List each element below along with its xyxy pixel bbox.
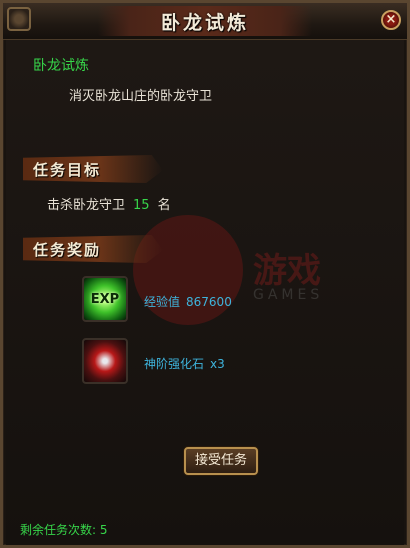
quest-name: 卧龙试炼 xyxy=(33,58,89,74)
accept-quest-button[interactable]: 接受任务 xyxy=(184,447,258,475)
objective-text: 击杀卧龙守卫 xyxy=(47,198,126,213)
remaining-quest-count: 剩余任务次数: 5 xyxy=(20,523,108,537)
reward-amount: 867600 xyxy=(186,295,232,309)
reward-item-exp: 经验值 867600 xyxy=(144,293,232,310)
close-icon: × xyxy=(385,12,397,27)
objective-section-title: 任务目标 xyxy=(33,161,102,179)
exp-icon-label: EXP xyxy=(90,291,120,307)
reward-item-stone: 神阶强化石 x3 xyxy=(144,355,225,372)
enhancement-stone-icon[interactable] xyxy=(82,338,128,384)
window-title: 卧龙试炼 xyxy=(160,12,249,34)
watermark-subtext: GAMES xyxy=(253,287,324,303)
reward-name: 神阶强化石 xyxy=(144,357,205,371)
reward-name: 经验值 xyxy=(144,295,181,309)
objective-line: 击杀卧龙守卫 15 名 xyxy=(47,194,171,213)
quest-description: 消灭卧龙山庄的卧龙守卫 xyxy=(69,89,213,104)
watermark-text: 游戏 xyxy=(253,251,321,291)
quest-dialog: 卧龙试炼 × 游戏 GAMES 卧龙试炼 消灭卧龙山庄的卧龙守卫 任务目标 击杀… xyxy=(0,0,410,548)
objective-unit: 名 xyxy=(157,198,171,213)
exp-icon[interactable]: EXP xyxy=(82,276,128,322)
close-button[interactable]: × xyxy=(381,10,401,30)
objective-count: 15 xyxy=(133,198,150,213)
title-bar[interactable]: 卧龙试炼 × xyxy=(3,3,407,40)
reward-section-title: 任务奖励 xyxy=(33,241,102,259)
reward-amount: x3 xyxy=(210,357,225,371)
